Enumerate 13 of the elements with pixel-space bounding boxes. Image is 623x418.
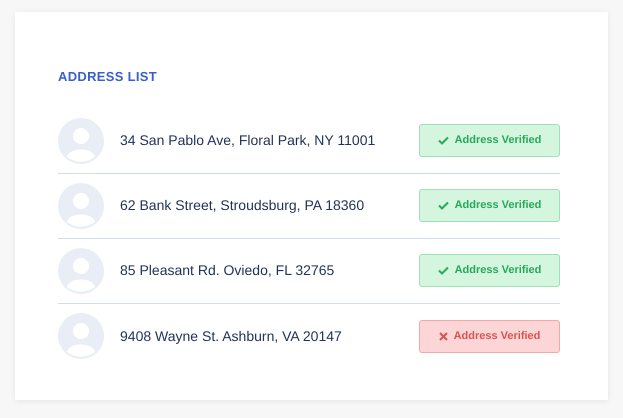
- status-badge: Address Verified: [419, 124, 560, 157]
- status-badge: Address Verified: [419, 254, 560, 287]
- address-text: 85 Pleasant Rd. Oviedo, FL 32765: [120, 261, 336, 280]
- list-title: ADDRESS LIST: [58, 68, 158, 86]
- check-icon: [438, 201, 449, 210]
- check-icon: [438, 266, 449, 275]
- address-text: 34 San Pablo Ave, Floral Park, NY 11001: [120, 131, 376, 150]
- check-icon: [438, 136, 449, 145]
- cross-icon: [438, 332, 448, 340]
- address-text: 9408 Wayne St. Ashburn, VA 20147: [120, 326, 343, 346]
- address-text: 62 Bank Street, Stroudsburg, PA 18360: [120, 196, 366, 215]
- status-badge: Address Verified: [419, 189, 560, 222]
- status-badge: Address Verified: [419, 320, 560, 352]
